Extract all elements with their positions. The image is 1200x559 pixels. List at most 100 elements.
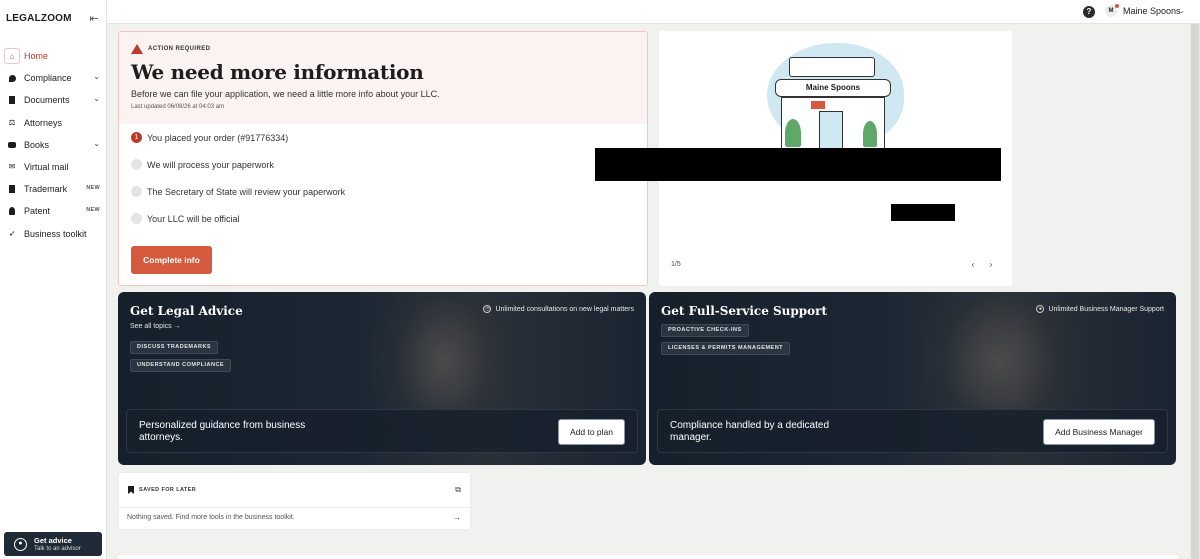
books-icon — [4, 137, 20, 153]
sidebar-item-label: Documents — [24, 95, 70, 106]
legal-tagline: Personalized guidance from business atto… — [139, 420, 306, 443]
step-number — [131, 186, 142, 197]
new-badge: NEW — [86, 185, 100, 192]
arrow-right-icon[interactable]: → — [453, 513, 461, 522]
help-icon[interactable]: ? — [1083, 6, 1095, 18]
carousel-pager: 1/5 — [671, 261, 681, 268]
topic-pill[interactable]: UNDERSTAND COMPLIANCE — [130, 359, 232, 372]
sidebar-item-trademark[interactable]: Trademark NEW — [4, 180, 104, 198]
storefront-roof — [789, 57, 875, 77]
notification-dot — [1115, 4, 1119, 8]
step-number — [131, 213, 142, 224]
collapse-sidebar-icon[interactable]: ⇤ — [88, 13, 100, 25]
step-item: We will process your paperwork — [131, 159, 274, 170]
complete-info-button[interactable]: Complete info — [131, 246, 212, 274]
patent-icon — [4, 203, 20, 219]
sidebar-item-label: Business toolkit — [24, 228, 87, 239]
user-name[interactable]: Maine Spoons — [1123, 6, 1181, 16]
perk-text: Unlimited Business Manager Support — [1048, 305, 1164, 313]
add-business-manager-button[interactable]: Add Business Manager — [1043, 419, 1155, 445]
user-icon: ● — [1036, 305, 1045, 313]
order-steps: 1 You placed your order (#91776334) We w… — [119, 124, 647, 285]
chevron-down-icon: ⌄ — [93, 94, 100, 104]
action-required-label: ACTION REQUIRED — [131, 44, 210, 54]
last-updated: Last updated 06/08/26 at 04:03 am — [131, 104, 225, 110]
external-link-icon[interactable]: ⧉ — [455, 485, 461, 495]
sidebar-item-label: Attorneys — [24, 117, 63, 128]
advisor-icon: ● — [14, 538, 27, 551]
sidebar-item-label: Books — [24, 139, 50, 150]
support-tagline: Compliance handled by a dedicated manage… — [670, 420, 829, 443]
perk-text: Unlimited consultations on new legal mat… — [495, 305, 634, 313]
step-text: The Secretary of State will review your … — [147, 186, 346, 197]
plant-icon — [863, 121, 877, 147]
new-badge: NEW — [86, 207, 100, 214]
feature-pill: PROACTIVE CHECK-INS — [661, 324, 749, 337]
arrow-right-icon: → — [173, 323, 181, 330]
saved-label: SAVED FOR LATER — [139, 487, 197, 493]
legal-advice-title: Get Legal Advice — [130, 304, 243, 318]
trademark-icon — [4, 181, 20, 197]
saved-empty-text: Nothing saved. Find more tools in the bu… — [127, 514, 295, 521]
action-required-card: ACTION REQUIRED We need more information… — [118, 31, 648, 286]
see-all-text: See all topics — [130, 323, 172, 330]
warning-icon — [131, 44, 143, 54]
clock-icon: ◷ — [483, 305, 492, 313]
page-title: We need more information — [131, 60, 424, 84]
chevron-down-icon: ⌄ — [93, 72, 100, 82]
chevron-left-icon[interactable]: ‹ — [967, 259, 979, 271]
saved-for-later-card: SAVED FOR LATER ⧉ Nothing saved. Find mo… — [118, 472, 471, 530]
sidebar-item-home[interactable]: ⌂ Home — [4, 47, 104, 65]
legal-perk: ◷ Unlimited consultations on new legal m… — [483, 305, 634, 313]
sidebar-item-label: Compliance — [24, 73, 72, 84]
scrollbar[interactable] — [1190, 24, 1200, 559]
sidebar: LEGALZOOM ⇤ ⌂ Home Compliance ⌄ Document… — [0, 0, 107, 559]
open-sign — [811, 101, 825, 109]
plant-icon — [785, 119, 801, 147]
sidebar-item-compliance[interactable]: Compliance ⌄ — [4, 69, 104, 87]
storefront-door — [819, 111, 843, 149]
redacted-block — [891, 204, 955, 221]
legal-advice-footer: Personalized guidance from business atto… — [126, 409, 638, 453]
compliance-icon — [4, 70, 20, 86]
attorneys-icon: ⚖ — [8, 118, 16, 128]
advisor-subtitle: Talk to an advisor — [34, 546, 81, 552]
sidebar-item-patent[interactable]: Patent NEW — [4, 202, 104, 220]
sidebar-item-business-toolkit[interactable]: ➶ Business toolkit — [4, 225, 104, 243]
sidebar-item-label: Virtual mail — [24, 161, 69, 172]
step-number — [131, 159, 142, 170]
support-title: Get Full-Service Support — [661, 304, 828, 318]
sidebar-item-attorneys[interactable]: ⚖ Attorneys — [4, 114, 104, 132]
bookmark-icon — [128, 486, 134, 494]
step-number: 1 — [131, 132, 142, 143]
redacted-block — [595, 148, 1001, 181]
get-advice-button[interactable]: ● Get advice Talk to an advisor — [4, 532, 102, 556]
support-footer: Compliance handled by a dedicated manage… — [657, 409, 1168, 453]
storefront-illustration: Maine Spoons — [775, 57, 891, 149]
sidebar-item-books[interactable]: Books ⌄ — [4, 136, 104, 154]
topic-pill[interactable]: DISCUSS TRADEMARKS — [130, 341, 219, 354]
sidebar-item-documents[interactable]: Documents ⌄ — [4, 91, 104, 109]
home-icon: ⌂ — [4, 48, 20, 64]
sidebar-item-label: Trademark — [24, 184, 68, 195]
scrollbar-thumb[interactable] — [1191, 24, 1199, 559]
chevron-right-icon[interactable]: › — [985, 259, 997, 271]
divider — [119, 507, 470, 508]
feature-pill: LICENSES & PERMITS MANAGEMENT — [661, 342, 791, 355]
action-description: Before we can file your application, we … — [131, 89, 440, 99]
legal-advice-card: Get Legal Advice See all topics → ◷ Unli… — [118, 292, 646, 465]
sidebar-item-virtual-mail[interactable]: ✉ Virtual mail — [4, 158, 104, 176]
next-card-edge — [118, 555, 1178, 559]
step-item: The Secretary of State will review your … — [131, 186, 345, 197]
sidebar-item-label: Patent — [24, 206, 51, 217]
add-to-plan-button[interactable]: Add to plan — [557, 419, 625, 445]
chevron-down-icon[interactable]: ⌄ — [1179, 7, 1185, 15]
step-item: 1 You placed your order (#91776334) — [131, 132, 288, 143]
rocket-icon: ➶ — [8, 229, 16, 238]
see-all-topics-link[interactable]: See all topics → — [130, 323, 181, 330]
full-service-support-card: Get Full-Service Support ● Unlimited Bus… — [649, 292, 1176, 465]
mail-icon: ✉ — [8, 162, 16, 172]
sidebar-nav: ⌂ Home Compliance ⌄ Documents ⌄ ⚖ Attorn… — [4, 47, 104, 247]
logo[interactable]: LEGALZOOM — [6, 13, 72, 24]
step-item: Your LLC will be official — [131, 213, 240, 224]
